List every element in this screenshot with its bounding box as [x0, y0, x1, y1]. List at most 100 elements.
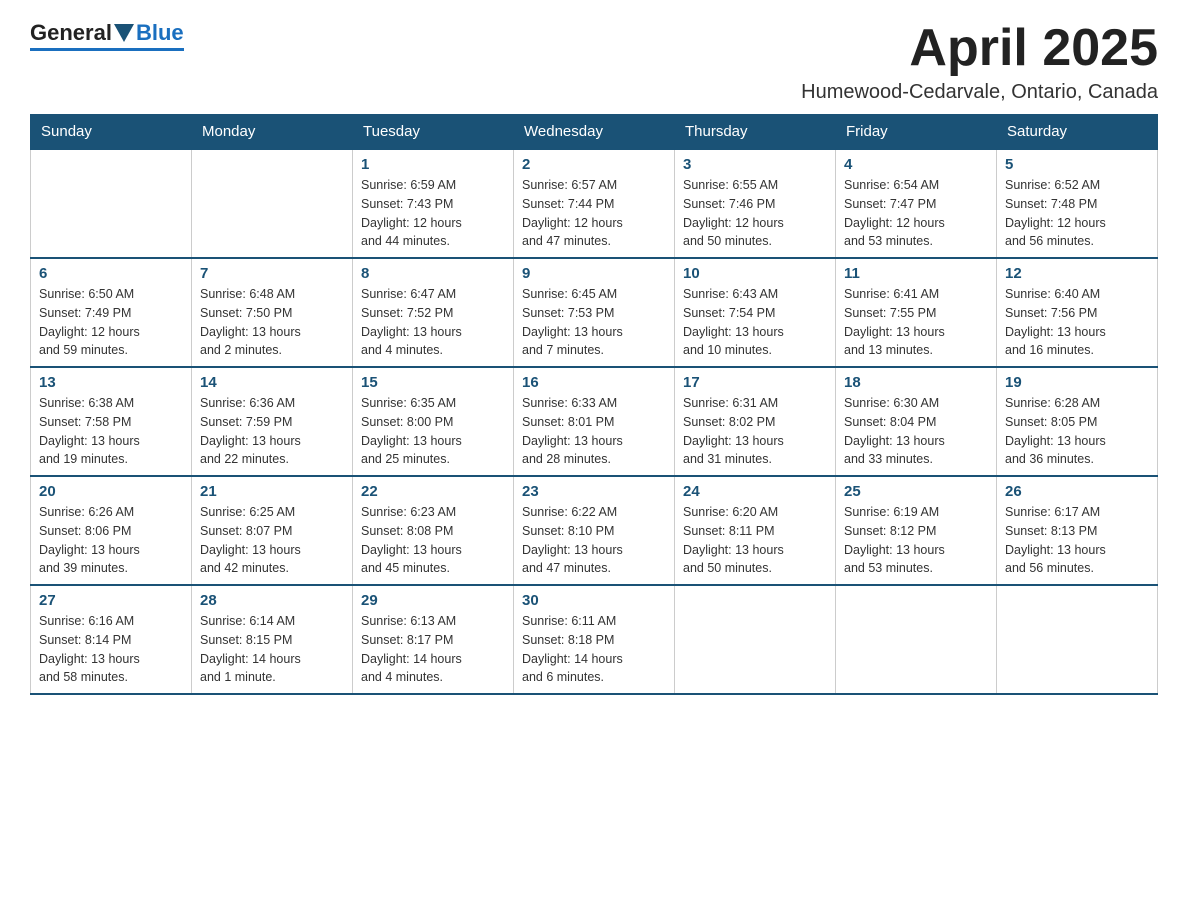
calendar-cell: 15 Sunrise: 6:35 AMSunset: 8:00 PMDayligh…	[353, 367, 514, 476]
calendar-cell: 4Sunrise: 6:54 AMSunset: 7:47 PMDaylight…	[836, 149, 997, 258]
calendar-cell: 14 Sunrise: 6:36 AMSunset: 7:59 PMDayligh…	[192, 367, 353, 476]
calendar-cell: 10 Sunrise: 6:43 AMSunset: 7:54 PMDayligh…	[675, 258, 836, 367]
calendar-cell: 11 Sunrise: 6:41 AMSunset: 7:55 PMDayligh…	[836, 258, 997, 367]
day-info: Sunrise: 6:14 AMSunset: 8:15 PMDaylight:…	[200, 612, 344, 687]
day-info: Sunrise: 6:25 AMSunset: 8:07 PMDaylight:…	[200, 503, 344, 578]
calendar-cell	[31, 149, 192, 258]
day-info: Sunrise: 6:38 AMSunset: 7:58 PMDaylight:…	[39, 394, 183, 469]
day-number: 21	[200, 483, 344, 500]
day-number: 9	[522, 265, 666, 282]
day-info: Sunrise: 6:33 AMSunset: 8:01 PMDaylight:…	[522, 394, 666, 469]
weekday-header-monday: Monday	[192, 115, 353, 150]
day-info: Sunrise: 6:16 AMSunset: 8:14 PMDaylight:…	[39, 612, 183, 687]
weekday-header-thursday: Thursday	[675, 115, 836, 150]
day-number: 28	[200, 592, 344, 609]
calendar-cell	[997, 585, 1158, 694]
calendar-cell: 17Sunrise: 6:31 AMSunset: 8:02 PMDayligh…	[675, 367, 836, 476]
month-title: April 2025	[801, 20, 1158, 77]
day-number: 27	[39, 592, 183, 609]
day-number: 12	[1005, 265, 1149, 282]
calendar-cell: 13 Sunrise: 6:38 AMSunset: 7:58 PMDayligh…	[31, 367, 192, 476]
calendar-cell: 21 Sunrise: 6:25 AMSunset: 8:07 PMDayligh…	[192, 476, 353, 585]
day-info: Sunrise: 6:48 AMSunset: 7:50 PMDaylight:…	[200, 285, 344, 360]
calendar-cell: 30Sunrise: 6:11 AMSunset: 8:18 PMDayligh…	[514, 585, 675, 694]
day-info: Sunrise: 6:47 AMSunset: 7:52 PMDaylight:…	[361, 285, 505, 360]
calendar-cell: 28 Sunrise: 6:14 AMSunset: 8:15 PMDayligh…	[192, 585, 353, 694]
week-row-4: 27 Sunrise: 6:16 AMSunset: 8:14 PMDayligh…	[31, 585, 1158, 694]
calendar-cell: 26Sunrise: 6:17 AMSunset: 8:13 PMDayligh…	[997, 476, 1158, 585]
calendar-cell: 16Sunrise: 6:33 AMSunset: 8:01 PMDayligh…	[514, 367, 675, 476]
day-number: 2	[522, 156, 666, 173]
weekday-header-sunday: Sunday	[31, 115, 192, 150]
calendar-cell: 20Sunrise: 6:26 AMSunset: 8:06 PMDayligh…	[31, 476, 192, 585]
logo-triangle-icon	[114, 24, 134, 42]
calendar-cell: 19 Sunrise: 6:28 AMSunset: 8:05 PMDayligh…	[997, 367, 1158, 476]
calendar-cell: 18 Sunrise: 6:30 AMSunset: 8:04 PMDayligh…	[836, 367, 997, 476]
day-info: Sunrise: 6:36 AMSunset: 7:59 PMDaylight:…	[200, 394, 344, 469]
day-number: 25	[844, 483, 988, 500]
day-number: 20	[39, 483, 183, 500]
day-number: 17	[683, 374, 827, 391]
calendar-cell: 27 Sunrise: 6:16 AMSunset: 8:14 PMDayligh…	[31, 585, 192, 694]
day-number: 15	[361, 374, 505, 391]
day-number: 4	[844, 156, 988, 173]
day-number: 14	[200, 374, 344, 391]
day-info: Sunrise: 6:22 AMSunset: 8:10 PMDaylight:…	[522, 503, 666, 578]
calendar-cell	[192, 149, 353, 258]
day-info: Sunrise: 6:41 AMSunset: 7:55 PMDaylight:…	[844, 285, 988, 360]
calendar-cell: 22 Sunrise: 6:23 AMSunset: 8:08 PMDayligh…	[353, 476, 514, 585]
day-info: Sunrise: 6:57 AMSunset: 7:44 PMDaylight:…	[522, 176, 666, 251]
day-number: 6	[39, 265, 183, 282]
calendar-cell: 24 Sunrise: 6:20 AMSunset: 8:11 PMDayligh…	[675, 476, 836, 585]
day-info: Sunrise: 6:19 AMSunset: 8:12 PMDaylight:…	[844, 503, 988, 578]
title-area: April 2025 Humewood-Cedarvale, Ontario, …	[801, 20, 1158, 104]
calendar-cell: 8 Sunrise: 6:47 AMSunset: 7:52 PMDaylight…	[353, 258, 514, 367]
calendar-cell: 25 Sunrise: 6:19 AMSunset: 8:12 PMDayligh…	[836, 476, 997, 585]
day-number: 5	[1005, 156, 1149, 173]
calendar-table: SundayMondayTuesdayWednesdayThursdayFrid…	[30, 114, 1158, 695]
day-number: 3	[683, 156, 827, 173]
week-row-1: 6 Sunrise: 6:50 AMSunset: 7:49 PMDaylight…	[31, 258, 1158, 367]
weekday-header-saturday: Saturday	[997, 115, 1158, 150]
day-number: 30	[522, 592, 666, 609]
calendar-cell	[836, 585, 997, 694]
day-info: Sunrise: 6:28 AMSunset: 8:05 PMDaylight:…	[1005, 394, 1149, 469]
day-info: Sunrise: 6:43 AMSunset: 7:54 PMDaylight:…	[683, 285, 827, 360]
page-header: General Blue April 2025 Humewood-Cedarva…	[30, 20, 1158, 104]
day-info: Sunrise: 6:50 AMSunset: 7:49 PMDaylight:…	[39, 285, 183, 360]
week-row-2: 13 Sunrise: 6:38 AMSunset: 7:58 PMDayligh…	[31, 367, 1158, 476]
calendar-cell: 5Sunrise: 6:52 AMSunset: 7:48 PMDaylight…	[997, 149, 1158, 258]
day-number: 7	[200, 265, 344, 282]
logo-underline	[30, 48, 184, 51]
day-info: Sunrise: 6:13 AMSunset: 8:17 PMDaylight:…	[361, 612, 505, 687]
weekday-header-wednesday: Wednesday	[514, 115, 675, 150]
day-info: Sunrise: 6:40 AMSunset: 7:56 PMDaylight:…	[1005, 285, 1149, 360]
day-info: Sunrise: 6:30 AMSunset: 8:04 PMDaylight:…	[844, 394, 988, 469]
week-row-0: 1Sunrise: 6:59 AMSunset: 7:43 PMDaylight…	[31, 149, 1158, 258]
calendar-cell: 1Sunrise: 6:59 AMSunset: 7:43 PMDaylight…	[353, 149, 514, 258]
day-number: 18	[844, 374, 988, 391]
day-info: Sunrise: 6:20 AMSunset: 8:11 PMDaylight:…	[683, 503, 827, 578]
day-info: Sunrise: 6:23 AMSunset: 8:08 PMDaylight:…	[361, 503, 505, 578]
weekday-header-friday: Friday	[836, 115, 997, 150]
logo-general-text: General	[30, 20, 112, 46]
calendar-cell	[675, 585, 836, 694]
day-number: 19	[1005, 374, 1149, 391]
day-info: Sunrise: 6:45 AMSunset: 7:53 PMDaylight:…	[522, 285, 666, 360]
calendar-cell: 3Sunrise: 6:55 AMSunset: 7:46 PMDaylight…	[675, 149, 836, 258]
day-number: 13	[39, 374, 183, 391]
day-number: 11	[844, 265, 988, 282]
day-number: 10	[683, 265, 827, 282]
day-number: 8	[361, 265, 505, 282]
day-number: 26	[1005, 483, 1149, 500]
day-number: 22	[361, 483, 505, 500]
calendar-cell: 29Sunrise: 6:13 AMSunset: 8:17 PMDayligh…	[353, 585, 514, 694]
day-info: Sunrise: 6:35 AMSunset: 8:00 PMDaylight:…	[361, 394, 505, 469]
day-number: 23	[522, 483, 666, 500]
logo: General Blue	[30, 20, 184, 51]
day-number: 1	[361, 156, 505, 173]
week-row-3: 20Sunrise: 6:26 AMSunset: 8:06 PMDayligh…	[31, 476, 1158, 585]
day-number: 24	[683, 483, 827, 500]
location-title: Humewood-Cedarvale, Ontario, Canada	[801, 81, 1158, 104]
calendar-cell: 9 Sunrise: 6:45 AMSunset: 7:53 PMDaylight…	[514, 258, 675, 367]
